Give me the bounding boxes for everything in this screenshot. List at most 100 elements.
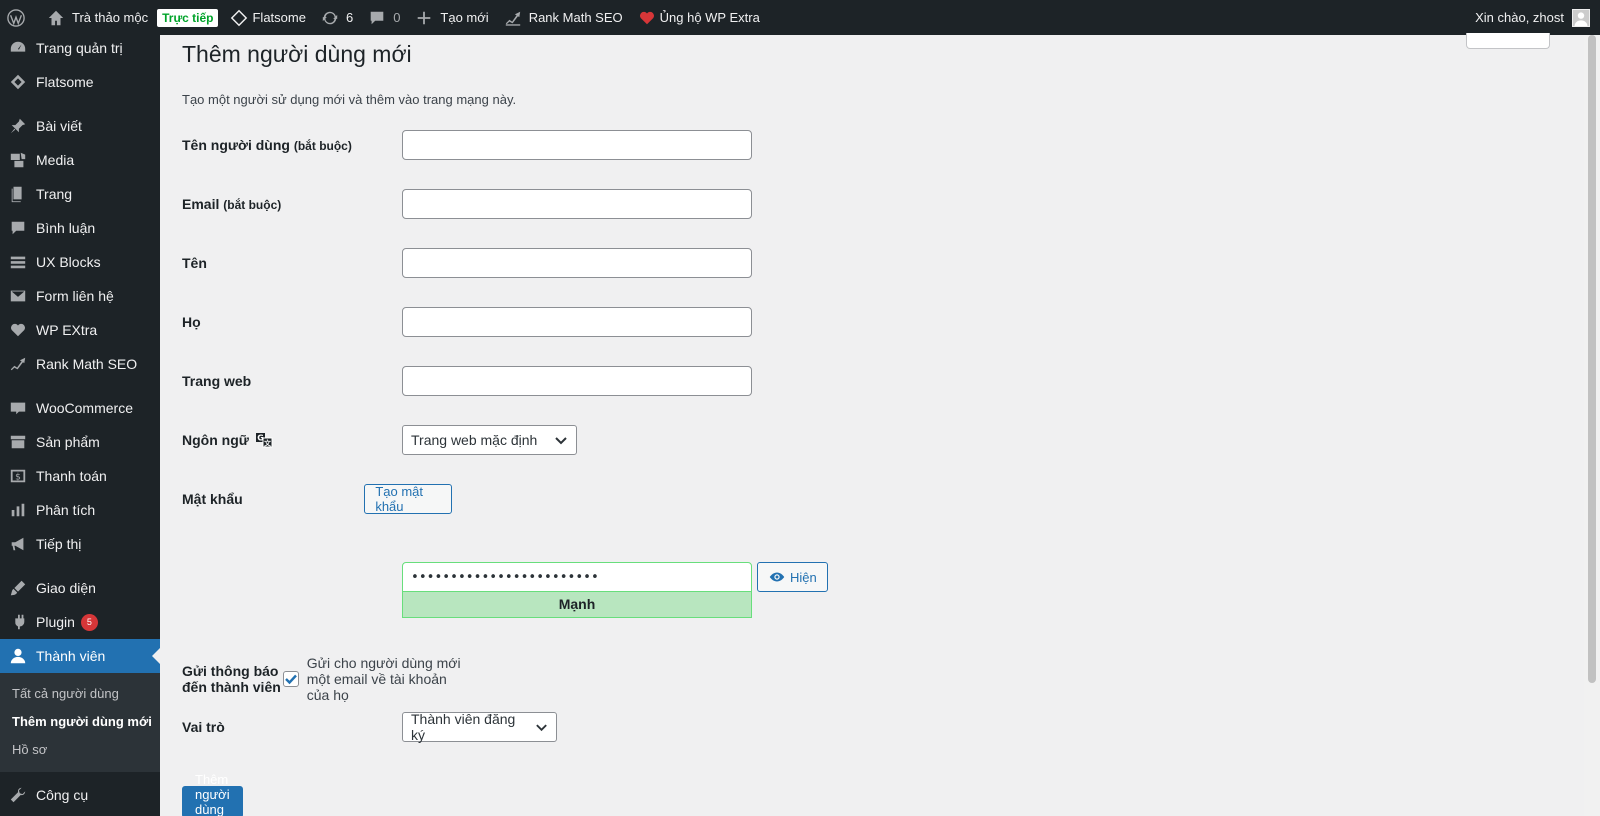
role-value: Thành viên đăng ký <box>411 711 516 743</box>
diamond-icon <box>229 8 249 28</box>
svg-text:文: 文 <box>264 439 272 448</box>
notify-checkbox[interactable] <box>282 671 299 687</box>
row-last-name: Họ <box>182 307 752 337</box>
blocks-icon <box>8 252 28 272</box>
admin-sidebar: Trang quản trị Flatsome Bài viết Media T… <box>0 35 160 816</box>
menu-analytics[interactable]: Phân tích <box>0 493 160 527</box>
greeting: Xin chào, zhost <box>1475 10 1564 25</box>
menu-media[interactable]: Media <box>0 143 160 177</box>
username-label: Tên người dùng (bắt buộc) <box>182 137 352 153</box>
menu-label: Bình luận <box>36 220 96 236</box>
woo-icon <box>8 398 28 418</box>
password-input[interactable]: •••••••••••••••••••••••• <box>402 562 752 592</box>
dashboard-icon <box>8 38 28 58</box>
page-icon <box>8 184 28 204</box>
menu-rank-math[interactable]: Rank Math SEO <box>0 347 160 381</box>
show-password-button[interactable]: Hiện <box>757 562 828 592</box>
updates-icon <box>320 8 340 28</box>
menu-posts[interactable]: Bài viết <box>0 109 160 143</box>
language-select[interactable]: Trang web mặc định <box>402 425 577 455</box>
site-name-link[interactable]: Trà thảo mộc <box>39 0 155 35</box>
help-tab[interactable] <box>1466 33 1550 49</box>
live-badge-link[interactable]: Trực tiếp <box>155 0 222 35</box>
admin-bar: Trà thảo mộc Trực tiếp Flatsome 6 0 Tạo … <box>0 0 1600 35</box>
menu-marketing[interactable]: Tiếp thị <box>0 527 160 561</box>
menu-label: Bài viết <box>36 118 82 134</box>
eye-icon <box>769 572 785 582</box>
role-label: Vai trò <box>182 719 225 735</box>
role-select[interactable]: Thành viên đăng ký <box>402 711 557 743</box>
menu-comments[interactable]: Bình luận <box>0 211 160 245</box>
comment-icon <box>8 218 28 238</box>
last-name-input[interactable] <box>402 307 752 337</box>
menu-label: UX Blocks <box>36 254 101 270</box>
rankmath-icon <box>503 8 523 28</box>
menu-flatsome[interactable]: Flatsome <box>0 65 160 99</box>
avatar <box>1572 8 1590 27</box>
row-email: Email (bắt buộc) <box>182 189 752 219</box>
plus-icon <box>414 8 434 28</box>
page-description: Tạo một người sử dụng mới và thêm vào tr… <box>182 92 517 107</box>
my-account[interactable]: Xin chào, zhost <box>1475 8 1600 27</box>
website-input[interactable] <box>402 366 752 396</box>
main-content: Thêm người dùng mới Tạo một người sử dụn… <box>160 33 1584 816</box>
menu-label: Công cụ <box>36 787 89 803</box>
support-link[interactable]: Ủng hộ WP Extra <box>630 0 767 35</box>
menu-products[interactable]: Sản phẩm <box>0 425 160 459</box>
dollar-icon: $ <box>8 466 28 486</box>
comments-link[interactable]: 0 <box>360 0 407 35</box>
submenu-all-users[interactable]: Tất cả người dùng <box>0 680 160 708</box>
menu-plugins[interactable]: Plugin 5 <box>0 605 160 639</box>
menu-label: WP EXtra <box>36 322 98 338</box>
menu-dashboard[interactable]: Trang quản trị <box>0 31 160 65</box>
support-label: Ủng hộ WP Extra <box>659 10 760 25</box>
menu-label: Giao diện <box>36 580 96 596</box>
wp-logo-button[interactable] <box>0 0 39 35</box>
checkmark-icon <box>284 674 297 685</box>
email-input[interactable] <box>402 189 752 219</box>
menu-tools[interactable]: Công cụ <box>0 778 160 812</box>
bar-chart-icon <box>8 500 28 520</box>
menu-appearance[interactable]: Giao diện <box>0 571 160 605</box>
plugin-update-badge: 5 <box>80 613 98 631</box>
translation-icon: G文 <box>254 430 274 450</box>
menu-pages[interactable]: Trang <box>0 177 160 211</box>
first-name-input[interactable] <box>402 248 752 278</box>
menu-wp-extra[interactable]: WP EXtra <box>0 313 160 347</box>
submenu-add-new-user[interactable]: Thêm người dùng mới <box>0 708 160 736</box>
generate-password-button[interactable]: Tạo mật khẩu <box>364 484 453 514</box>
password-strength-meter: Mạnh <box>402 592 752 618</box>
notify-checkbox-label[interactable]: Gửi cho người dùng mới một email về tài … <box>307 655 464 703</box>
rankmath-label: Rank Math SEO <box>528 10 623 25</box>
scrollbar-thumb[interactable] <box>1588 35 1596 683</box>
menu-label: Thành viên <box>36 648 106 664</box>
updates-link[interactable]: 6 <box>313 0 360 35</box>
row-password: Mật khẩu Tạo mật khẩu <box>182 484 453 514</box>
menu-label: Plugin <box>36 614 75 630</box>
page-scrollbar[interactable] <box>1584 35 1600 816</box>
menu-ux-blocks[interactable]: UX Blocks <box>0 245 160 279</box>
wrench-icon <box>8 785 28 805</box>
notify-label: Gửi thông báo đến thành viên <box>182 663 281 695</box>
menu-users[interactable]: Thành viên <box>0 639 160 673</box>
menu-woocommerce[interactable]: WooCommerce <box>0 391 160 425</box>
language-label: Ngôn ngữ G文 <box>182 430 402 450</box>
menu-label: Thanh toán <box>36 468 107 484</box>
menu-contact-form[interactable]: Form liên hệ <box>0 279 160 313</box>
menu-label: Sản phẩm <box>36 434 100 450</box>
password-field-wrap: •••••••••••••••••••••••• Mạnh <box>402 562 752 618</box>
menu-label: Media <box>36 152 75 168</box>
comment-bubble-icon <box>367 8 387 28</box>
submenu-profile[interactable]: Hồ sơ <box>0 736 160 764</box>
menu-payments[interactable]: $ Thanh toán <box>0 459 160 493</box>
page-title: Thêm người dùng mới <box>182 41 412 67</box>
chevron-down-icon <box>555 437 567 445</box>
username-input[interactable] <box>402 130 752 160</box>
new-content-link[interactable]: Tạo mới <box>407 0 495 35</box>
flatsome-link[interactable]: Flatsome <box>222 0 312 35</box>
rankmath-link[interactable]: Rank Math SEO <box>496 0 630 35</box>
megaphone-icon <box>8 534 28 554</box>
add-new-user-button[interactable]: Thêm người dùng mới <box>182 772 243 816</box>
site-name: Trà thảo mộc <box>72 10 149 25</box>
row-username: Tên người dùng (bắt buộc) <box>182 130 752 160</box>
